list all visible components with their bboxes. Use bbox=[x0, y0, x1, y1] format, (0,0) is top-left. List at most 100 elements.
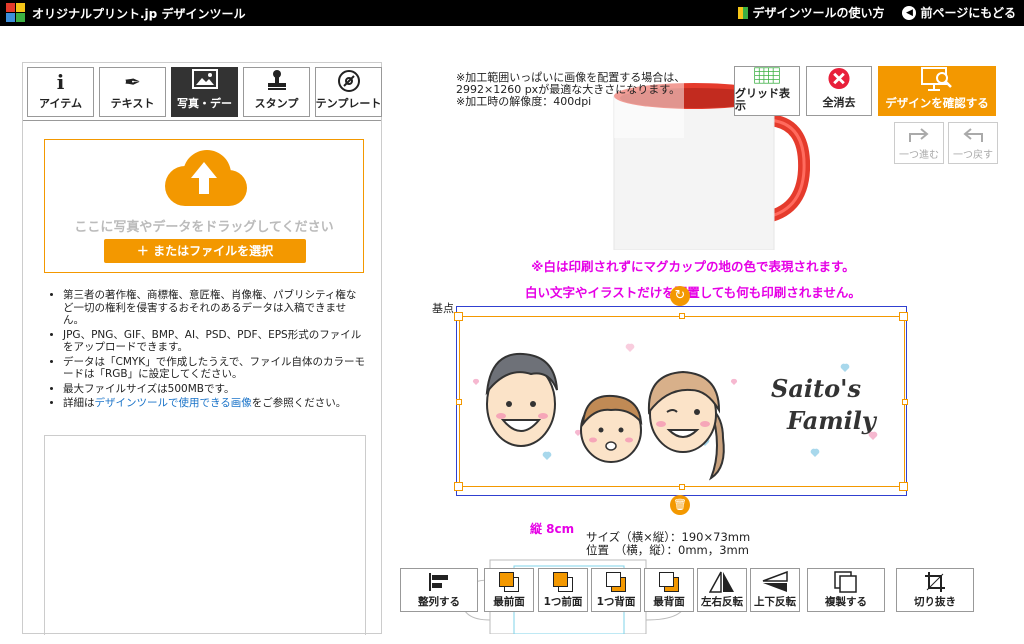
send-backward-icon bbox=[605, 571, 627, 593]
crop-label: 切り抜き bbox=[914, 596, 956, 608]
logo-text: オリジナルプリント.jp デザインツール bbox=[32, 6, 246, 21]
clear-x-icon bbox=[828, 67, 850, 90]
bring-to-front-button[interactable]: 最前面 bbox=[484, 568, 534, 612]
flip-vertical-label: 上下反転 bbox=[754, 596, 796, 608]
crop-button[interactable]: 切り抜き bbox=[896, 568, 974, 612]
edit-toolbar: 整列する 最前面 1つ前面 1つ背面 最背面 左右反転 上下反転 複製する 切り… bbox=[386, 568, 1000, 614]
redo-label: 一つ進む bbox=[899, 150, 939, 161]
uploaded-images-area bbox=[44, 435, 366, 635]
grid-toggle-button[interactable]: グリッド表示 bbox=[734, 66, 800, 116]
tab-item[interactable]: i アイテム bbox=[27, 67, 94, 117]
resize-handle-left[interactable] bbox=[456, 399, 462, 405]
redo-arrow-icon bbox=[909, 128, 929, 142]
resize-handle-right[interactable] bbox=[902, 399, 908, 405]
beginner-mark-icon bbox=[738, 6, 749, 19]
guide-link[interactable]: デザインツールの使い方 bbox=[738, 4, 884, 21]
bring-forward-label: 1つ前面 bbox=[543, 596, 583, 608]
align-icon bbox=[428, 570, 450, 594]
tab-stamp[interactable]: スタンプ bbox=[243, 67, 310, 117]
top-bar: オリジナルプリント.jp デザインツール デザインツールの使い方 ◀ 前ページに… bbox=[0, 0, 1024, 26]
tab-label: テンプレート bbox=[315, 97, 382, 110]
resize-handle-bottom[interactable] bbox=[679, 484, 685, 490]
bring-forward-icon bbox=[552, 571, 574, 593]
duplicate-label: 複製する bbox=[825, 596, 867, 608]
delete-trash-icon[interactable]: 🗑 bbox=[670, 495, 690, 515]
note-details: 詳細はデザインツールで使用できる画像をご参照ください。 bbox=[63, 397, 365, 410]
crop-icon bbox=[924, 570, 946, 594]
tab-text[interactable]: ✒ テキスト bbox=[99, 67, 166, 117]
cloud-upload-icon bbox=[165, 150, 247, 206]
white-warning-line-1: ※白は印刷されずにマグカップの地の色で表現されます。 bbox=[531, 259, 855, 274]
selection-box bbox=[459, 316, 905, 487]
rotate-handle-icon[interactable]: ↻ bbox=[670, 286, 690, 306]
clear-all-button[interactable]: 全消去 bbox=[806, 66, 872, 116]
note-details-pre: 詳細は bbox=[63, 397, 95, 409]
upload-notes: 第三者の著作権、商標権、意匠権、肖像権、パブリシティ権など一切の権利を侵害するお… bbox=[47, 289, 365, 412]
bring-to-front-label: 最前面 bbox=[493, 596, 525, 608]
usable-images-link[interactable]: デザインツールで使用できる画像 bbox=[95, 397, 252, 409]
guide-link-label: デザインツールの使い方 bbox=[752, 6, 885, 20]
note-formats: JPG、PNG、GIF、BMP、AI、PSD、PDF、EPS形式のファイルをアッ… bbox=[63, 329, 365, 354]
grid-toggle-label: グリッド表示 bbox=[735, 87, 790, 112]
back-link-label: 前ページにもどる bbox=[920, 6, 1016, 20]
confirm-design-label: デザインを確認する bbox=[885, 96, 989, 110]
base-point-label: 基点 bbox=[432, 302, 454, 315]
left-panel: i アイテム ✒ テキスト 写真・デー スタンプ テンプレート ここに写真やデー… bbox=[22, 62, 382, 635]
panel-divider bbox=[23, 120, 381, 121]
align-label: 整列する bbox=[418, 596, 460, 608]
redo-button[interactable]: 一つ進む bbox=[894, 122, 944, 164]
flip-horizontal-label: 左右反転 bbox=[701, 596, 743, 608]
confirm-design-button[interactable]: デザインを確認する bbox=[878, 66, 996, 116]
template-icon bbox=[337, 69, 361, 95]
flip-vertical-button[interactable]: 上下反転 bbox=[750, 568, 800, 612]
bring-forward-button[interactable]: 1つ前面 bbox=[538, 568, 588, 612]
note-details-post: をご参照ください。 bbox=[251, 397, 347, 409]
pen-icon: ✒ bbox=[124, 70, 141, 94]
flip-horizontal-button[interactable]: 左右反転 bbox=[697, 568, 747, 612]
drop-instruction: ここに写真やデータをドラッグしてください bbox=[74, 220, 334, 235]
note-copyright: 第三者の著作権、商標権、意匠権、肖像権、パブリシティ権など一切の権利を侵害するお… bbox=[63, 289, 365, 327]
resize-handle-bottom-left[interactable] bbox=[454, 482, 463, 491]
send-back-icon bbox=[658, 571, 680, 593]
tab-label: 写真・デー bbox=[177, 97, 232, 110]
note-colormode: データは「CMYK」で作成したうえで、ファイル自体のカラーモードは「RGB」に設… bbox=[63, 356, 365, 381]
info-icon: i bbox=[56, 70, 65, 94]
site-logo[interactable]: オリジナルプリント.jp デザインツール bbox=[6, 3, 245, 23]
tool-tabs: i アイテム ✒ テキスト 写真・デー スタンプ テンプレート bbox=[27, 67, 382, 117]
white-warning-line-2: 白い文字やイラストだけを配置しても何も印刷されません。 bbox=[525, 285, 861, 300]
undo-label: 一つ戻す bbox=[953, 150, 993, 161]
monitor-search-icon bbox=[921, 67, 952, 91]
stamp-icon bbox=[265, 69, 289, 95]
resize-handle-top-left[interactable] bbox=[454, 312, 463, 321]
align-button[interactable]: 整列する bbox=[400, 568, 478, 612]
send-backward-button[interactable]: 1つ背面 bbox=[591, 568, 641, 612]
back-link[interactable]: ◀ 前ページにもどる bbox=[902, 4, 1016, 21]
duplicate-icon bbox=[834, 570, 858, 594]
send-to-back-label: 最背面 bbox=[653, 596, 685, 608]
tab-label: スタンプ bbox=[254, 97, 299, 110]
resize-handle-top[interactable] bbox=[679, 313, 685, 319]
tab-label: テキスト bbox=[110, 97, 155, 110]
undo-arrow-icon bbox=[963, 128, 983, 142]
tab-label: アイテム bbox=[39, 97, 82, 110]
duplicate-button[interactable]: 複製する bbox=[807, 568, 885, 612]
grid-icon bbox=[754, 67, 780, 84]
select-file-button[interactable]: ＋ またはファイルを選択 bbox=[104, 239, 306, 263]
clear-all-label: 全消去 bbox=[822, 96, 856, 109]
back-arrow-icon: ◀ bbox=[902, 5, 917, 20]
flip-horizontal-icon bbox=[709, 570, 735, 594]
bring-front-icon bbox=[498, 571, 520, 593]
flip-vertical-icon bbox=[762, 570, 788, 594]
upload-dropzone[interactable]: ここに写真やデータをドラッグしてください ＋ またはファイルを選択 bbox=[44, 139, 364, 273]
design-area: ※加工範囲いっぱいに画像を配置する場合は、 2992×1260 pxが最適な大き… bbox=[386, 62, 1000, 634]
send-to-back-button[interactable]: 最背面 bbox=[644, 568, 694, 612]
logo-cube-icon bbox=[6, 3, 26, 23]
resize-handle-top-right[interactable] bbox=[899, 312, 908, 321]
size-position-info: サイズ（横×縦）：190×73mm 位置 （横，縦）：0mm，3mm bbox=[586, 530, 751, 557]
resize-handle-bottom-right[interactable] bbox=[899, 482, 908, 491]
undo-button[interactable]: 一つ戻す bbox=[948, 122, 998, 164]
hint-line-3: ※加工時の解像度：400dpi bbox=[456, 95, 592, 108]
tab-template[interactable]: テンプレート bbox=[315, 67, 382, 117]
photo-icon bbox=[191, 69, 218, 95]
tab-photo-data[interactable]: 写真・デー bbox=[171, 67, 238, 117]
